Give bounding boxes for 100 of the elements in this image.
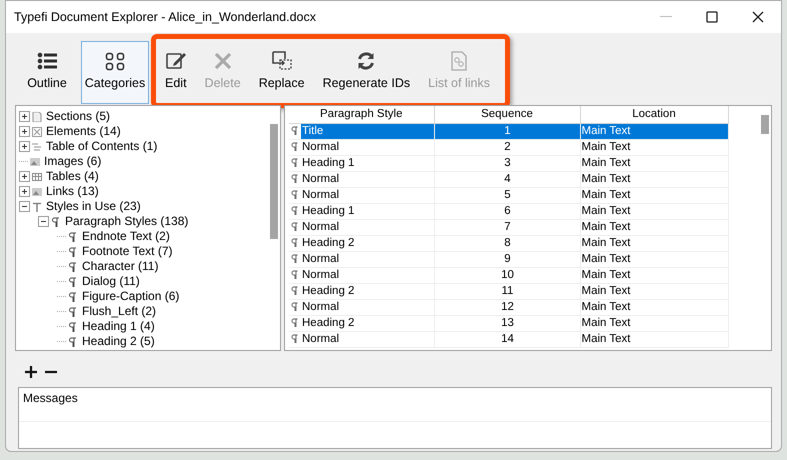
- tree-item[interactable]: Flush_Left (2): [19, 304, 268, 319]
- table-cell: Main Text: [580, 331, 728, 347]
- delete-icon: [212, 51, 233, 71]
- column-header[interactable]: Paragraph Style: [289, 106, 434, 123]
- tree-item[interactable]: Elements (14): [19, 124, 268, 139]
- expand-icon[interactable]: [19, 171, 30, 182]
- table-cell: 4: [434, 171, 580, 187]
- tree-item[interactable]: Tables (4): [19, 169, 268, 184]
- column-header[interactable]: Location: [580, 106, 728, 123]
- table-row[interactable]: Normal 9 Main Text: [289, 251, 728, 267]
- pilcrow-icon: [291, 126, 299, 136]
- tree-item[interactable]: Styles in Use (23): [19, 199, 268, 214]
- pilcrow-icon: [68, 232, 78, 242]
- minimize-icon: [660, 16, 672, 18]
- table-cell-text: Normal: [301, 172, 340, 186]
- table-row[interactable]: Heading 2 8 Main Text: [289, 235, 728, 251]
- collapse-icon[interactable]: [19, 201, 30, 212]
- refresh-icon: [356, 51, 376, 71]
- pilcrow-icon: [68, 322, 78, 332]
- replace-icon: [272, 51, 292, 71]
- messages-heading: Messages: [23, 391, 78, 405]
- pilcrow-icon: [291, 222, 299, 232]
- maximize-icon: [706, 11, 718, 23]
- table-cell-text: Heading 2: [301, 316, 356, 330]
- view-toggle-button[interactable]: Categories: [81, 41, 149, 104]
- tree-item[interactable]: Heading 1 (4): [19, 319, 268, 334]
- table-row[interactable]: Normal 7 Main Text: [289, 219, 728, 235]
- collapse-icon[interactable]: [38, 216, 49, 227]
- pilcrow-icon: [291, 238, 299, 248]
- pilcrow-icon: [68, 246, 78, 256]
- table-cell: 8: [434, 235, 580, 251]
- tree-item[interactable]: Paragraph Styles (138): [19, 214, 268, 229]
- pilcrow-icon: [291, 254, 299, 264]
- scrollbar-thumb[interactable]: [761, 115, 769, 134]
- tree-item[interactable]: Table of Contents (1): [19, 139, 268, 154]
- toolbar-button[interactable]: Regenerate IDs: [314, 42, 420, 99]
- table-row[interactable]: Normal 12 Main Text: [289, 299, 728, 315]
- table-row[interactable]: Normal 14 Main Text: [289, 331, 728, 347]
- pilcrow-icon: [68, 262, 78, 272]
- table-cell-text: Heading 1: [301, 204, 356, 218]
- toolbar-button[interactable]: Edit: [156, 42, 196, 99]
- pilcrow-icon: [291, 270, 299, 280]
- letter-t-icon: [32, 202, 42, 212]
- table-cell-text: Normal: [301, 188, 340, 202]
- toolbar-button[interactable]: Replace: [250, 42, 314, 99]
- table-cell: Title: [301, 124, 434, 138]
- picture-icon: [32, 186, 42, 196]
- table-row[interactable]: Normal 10 Main Text: [289, 267, 728, 283]
- pilcrow-icon: [291, 158, 299, 168]
- pilcrow-icon: [291, 190, 299, 200]
- pilcrow-icon: [291, 206, 299, 216]
- page-icon: [32, 112, 42, 122]
- tree-item[interactable]: Footnote Text (7): [19, 244, 268, 259]
- tree-item[interactable]: Dialog (11): [19, 274, 268, 289]
- view-toggle-button[interactable]: Outline: [13, 41, 81, 104]
- table-cell-text: Normal: [301, 220, 340, 234]
- close-icon: [752, 11, 764, 23]
- table-cell-text: Heading 1: [301, 156, 356, 170]
- expand-icon[interactable]: [19, 186, 30, 197]
- tree-item[interactable]: Figure-Caption (6): [19, 289, 268, 304]
- expand-icon[interactable]: [19, 126, 30, 137]
- table-cell-text: Heading 2: [301, 284, 356, 298]
- expand-icon[interactable]: [19, 141, 30, 152]
- tree-item[interactable]: Links (13): [19, 184, 268, 199]
- scrollbar-thumb[interactable]: [270, 124, 278, 239]
- pilcrow-icon: [291, 334, 299, 344]
- table-cell: 5: [434, 187, 580, 203]
- tree-item[interactable]: Endnote Text (2): [19, 229, 268, 244]
- table-cell: Main Text: [580, 123, 728, 139]
- table-cell-text: Normal: [301, 300, 340, 314]
- add-button[interactable]: [24, 364, 38, 378]
- table-cell: Main Text: [580, 315, 728, 331]
- pilcrow-icon: [68, 306, 78, 316]
- pilcrow-icon: [68, 336, 78, 346]
- window-title: Typefi Document Explorer - Alice_in_Wonderland.docx: [14, 10, 318, 24]
- table-cell-text: Normal: [301, 268, 340, 282]
- table-cell-text: Normal: [301, 332, 340, 346]
- table-row[interactable]: Heading 1 6 Main Text: [289, 203, 728, 219]
- table-cell: 9: [434, 251, 580, 267]
- table-cell: 2: [434, 139, 580, 155]
- table-row[interactable]: Normal 2 Main Text: [289, 139, 728, 155]
- frame-icon: [32, 126, 42, 136]
- tree-item[interactable]: Heading 2 (5): [19, 334, 268, 349]
- pilcrow-icon: [291, 318, 299, 328]
- tree-item[interactable]: Images (6): [19, 154, 268, 169]
- pilcrow-icon: [51, 216, 61, 226]
- table-row[interactable]: Heading 2 13 Main Text: [289, 315, 728, 331]
- table-cell: 1: [434, 123, 580, 139]
- edit-icon: [166, 51, 186, 71]
- table-row[interactable]: Heading 1 3 Main Text: [289, 155, 728, 171]
- expand-icon[interactable]: [19, 111, 30, 122]
- table-row[interactable]: Title 1 Main Text: [289, 123, 728, 139]
- pilcrow-icon: [291, 302, 299, 312]
- table-cell: 11: [434, 283, 580, 299]
- tree-item[interactable]: Sections (5): [19, 109, 268, 124]
- table-row[interactable]: Normal 4 Main Text: [289, 171, 728, 187]
- column-header[interactable]: Sequence: [434, 106, 580, 123]
- table-row[interactable]: Normal 5 Main Text: [289, 187, 728, 203]
- table-row[interactable]: Heading 2 11 Main Text: [289, 283, 728, 299]
- tree-item[interactable]: Character (11): [19, 259, 268, 274]
